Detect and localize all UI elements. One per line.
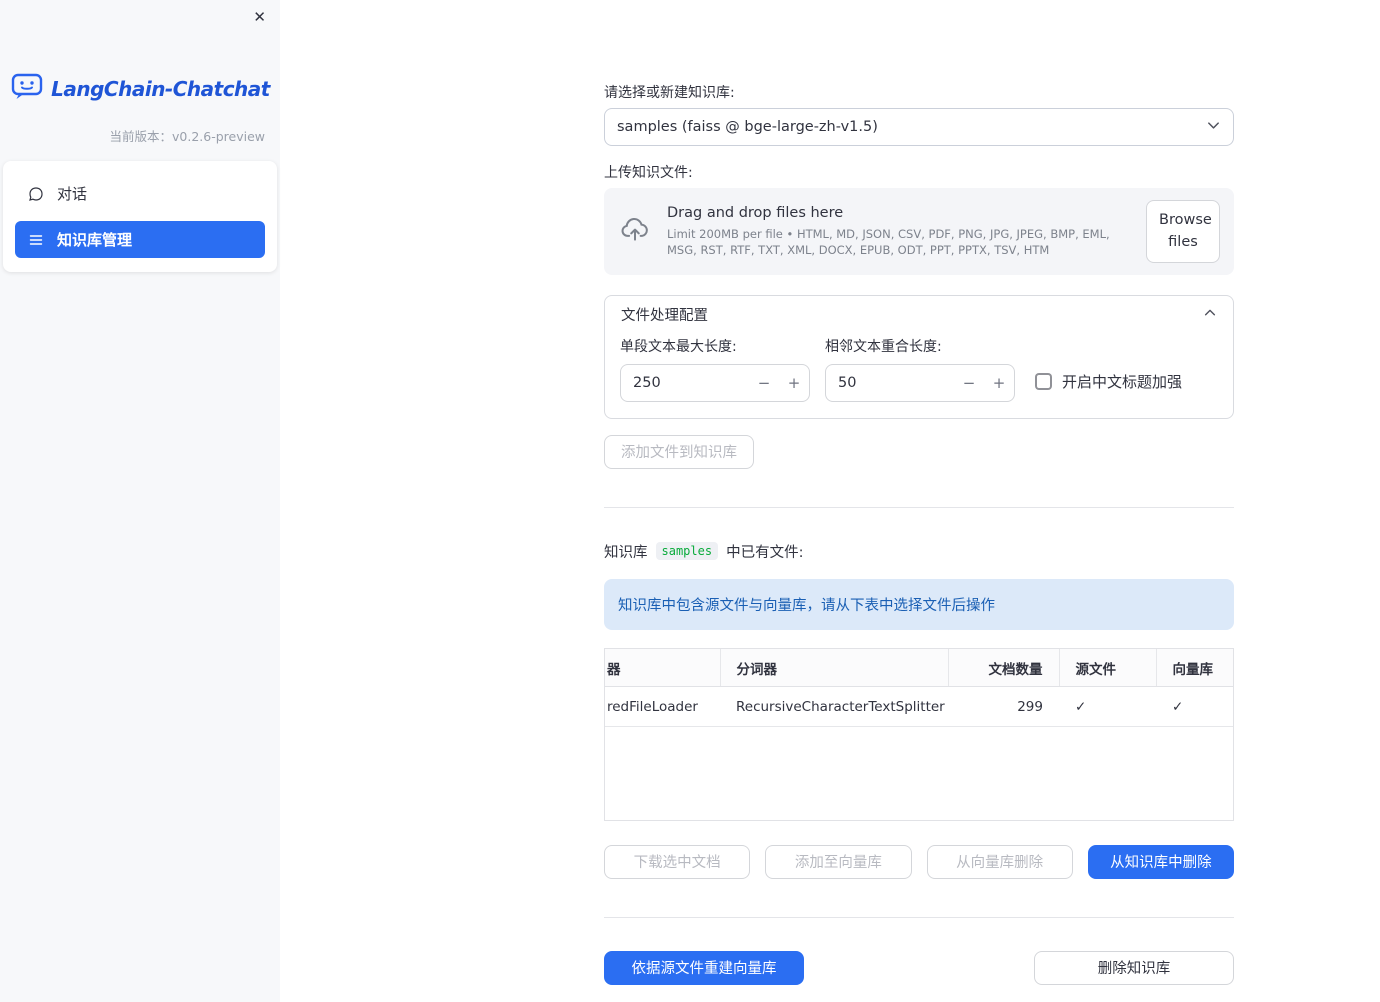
delete-from-vector-store-button[interactable]: 从向量库删除 [926,844,1073,879]
zh-title-checkbox[interactable]: 开启中文标题加强 [1035,371,1182,392]
dropzone-title: Drag and drop files here [667,204,844,221]
chunk-size-field: 单段文本最大长度: 250 − + [620,336,810,402]
chunk-size-input[interactable]: 250 − + [620,363,810,402]
column-header-loader: 器 [605,648,720,688]
cell-loader: redFileLoader [605,686,720,728]
chunk-size-label: 单段文本最大长度: [620,338,737,355]
add-files-to-kb-button[interactable]: 添加文件到知识库 [604,434,754,469]
chevron-up-icon [1203,306,1217,324]
overlap-value: 50 [838,374,857,391]
overlap-field: 相邻文本重合长度: 50 − + [825,336,1015,402]
existing-files-prefix: 知识库 [604,544,648,561]
expander-body: 单段文本最大长度: 250 − + 相邻文本重合长度: 50 − + 开启中文标… [605,334,1233,418]
sidebar: ✕ LangChain-Chatchat 当前版本：v0.2.6-preview… [0,0,280,1002]
chunk-size-value: 250 [633,374,661,391]
overlap-decrement-button[interactable]: − [954,374,984,392]
sidebar-item-knowledge-base[interactable]: 知识库管理 [15,221,265,258]
dropzone-instructions: Drag and drop files here Limit 200MB per… [667,205,1130,259]
rebuild-vector-store-button[interactable]: 依据源文件重建向量库 [604,950,804,985]
content-column: 请选择或新建知识库: samples (faiss @ bge-large-zh… [604,0,1234,985]
column-header-source-file: 源文件 [1058,648,1156,688]
overlap-increment-button[interactable]: + [984,374,1014,392]
divider [604,506,1234,508]
cell-vector-store-check: ✓ [1156,686,1233,728]
cell-doc-count: 299 [948,686,1059,728]
kb-selectbox[interactable]: samples (faiss @ bge-large-zh-v1.5) [604,108,1234,146]
expander-header[interactable]: 文件处理配置 [605,296,1233,334]
overlap-label: 相邻文本重合长度: [825,338,942,355]
checkbox-unchecked-icon [1035,372,1052,390]
file-dropzone[interactable]: Drag and drop files here Limit 200MB per… [604,188,1234,275]
info-banner: 知识库中包含源文件与向量库，请从下表中选择文件后操作 [604,578,1234,630]
version-text: 当前版本：v0.2.6-preview [109,129,266,144]
chunk-size-decrement-button[interactable]: − [749,374,779,392]
chunk-size-increment-button[interactable]: + [779,374,809,392]
kb-management-buttons: 依据源文件重建向量库 删除知识库 [604,950,1234,985]
files-table: 器 分词器 文档数量 源文件 向量库 redFileLoader Recursi… [604,647,1234,821]
logo: LangChain-Chatchat [0,72,280,106]
overlap-input[interactable]: 50 − + [825,363,1015,402]
sidebar-menu: 对话 知识库管理 [3,161,277,272]
file-config-expander: 文件处理配置 单段文本最大长度: 250 − + 相邻文本重合长度: 50 − … [604,294,1234,419]
column-header-splitter: 分词器 [719,648,948,688]
logo-icon [10,72,44,106]
cloud-upload-icon [619,214,651,248]
file-action-buttons: 下载选中文档 添加至向量库 从向量库删除 从知识库中删除 [604,844,1234,879]
column-header-vector-store: 向量库 [1155,648,1233,688]
app-title: LangChain-Chatchat [51,77,270,101]
table-row[interactable]: redFileLoader RecursiveCharacterTextSpli… [605,686,1233,728]
dropzone-limits: Limit 200MB per file • HTML, MD, JSON, C… [667,226,1110,257]
chat-bubble-icon [28,186,44,202]
cell-splitter: RecursiveCharacterTextSplitter [720,686,948,728]
delete-kb-button[interactable]: 删除知识库 [1034,950,1234,985]
sidebar-item-label: 对话 [57,185,88,203]
upload-label: 上传知识文件: [604,165,693,181]
download-selected-button[interactable]: 下载选中文档 [604,844,751,879]
existing-files-suffix: 中已有文件: [726,544,804,561]
chevron-down-icon [1206,118,1221,137]
table-header-row: 器 分词器 文档数量 源文件 向量库 [605,648,1233,688]
existing-files-heading: 知识库 samples 中已有文件: [604,541,1234,562]
delete-from-kb-button[interactable]: 从知识库中删除 [1087,844,1234,879]
sidebar-item-chat[interactable]: 对话 [15,175,265,212]
zh-title-checkbox-label: 开启中文标题加强 [1062,372,1183,391]
stack-icon [28,232,44,248]
kb-name-code: samples [655,542,719,561]
browse-files-button[interactable]: Browse files [1146,200,1220,263]
cell-source-file-check: ✓ [1059,686,1156,728]
kb-select-label: 请选择或新建知识库: [604,85,735,101]
divider [604,916,1234,918]
main-area: 请选择或新建知识库: samples (faiss @ bge-large-zh… [280,0,1380,1002]
expander-title: 文件处理配置 [621,308,708,325]
kb-selectbox-value: samples (faiss @ bge-large-zh-v1.5) [617,119,878,135]
column-header-doc-count: 文档数量 [947,648,1059,688]
sidebar-item-label: 知识库管理 [57,231,133,249]
add-to-vector-store-button[interactable]: 添加至向量库 [765,844,912,879]
sidebar-close-button[interactable]: ✕ [253,8,266,26]
